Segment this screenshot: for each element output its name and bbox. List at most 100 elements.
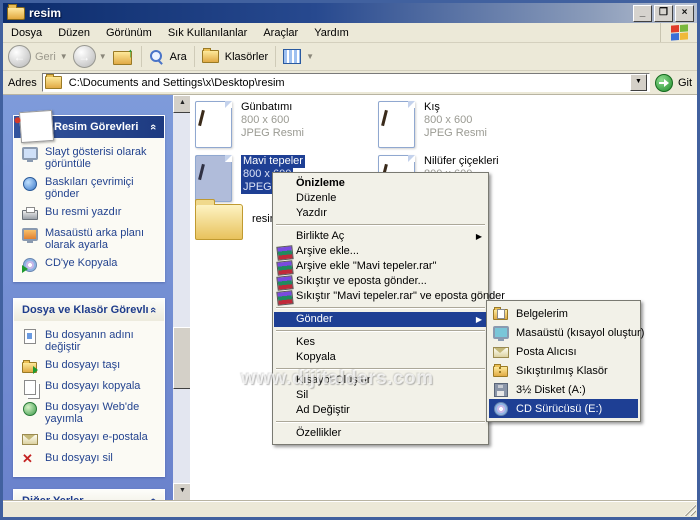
back-button[interactable]: ← (8, 45, 31, 68)
menu-separator (276, 368, 485, 370)
menu-file[interactable]: Dosya (3, 24, 50, 42)
menu-separator (276, 307, 485, 309)
menu-item-add-to-archive[interactable]: Arşive ekle... (274, 244, 487, 261)
panel-title: Resim Görevleri (54, 121, 139, 133)
menu-item-send-to[interactable]: Gönder ▶ (274, 312, 487, 327)
explorer-window: resim _ ❐ × Dosya Düzen Görünüm Sık Kull… (0, 0, 700, 520)
back-dropdown-icon[interactable]: ▼ (60, 52, 68, 61)
taskpane-scrollbar[interactable]: ▲ ▼ (173, 95, 192, 501)
folders-label[interactable]: Klasörler (225, 51, 268, 63)
file-name[interactable]: Kış (424, 101, 440, 114)
cd-drive-icon (493, 401, 509, 416)
address-input[interactable]: C:\Documents and Settings\x\Desktop\resi… (41, 73, 650, 92)
window-title: resim (29, 6, 62, 20)
cd-copy-icon (22, 257, 38, 273)
chevron-up-icon[interactable]: « (147, 124, 159, 130)
task-copy-file[interactable]: Bu dosyayı kopyala (22, 380, 158, 395)
menu-item-compress-named-and-email[interactable]: Sıkıştır "Mavi tepeler.rar" ve eposta gö… (274, 289, 505, 306)
task-view-slideshow[interactable]: Slayt gösterisi olarak görüntüle (22, 146, 158, 170)
menu-item-add-to-named-archive[interactable]: Arşive ekle "Mavi tepeler.rar" (274, 259, 487, 276)
file-tile-kis[interactable]: Kış 800 x 600 JPEG Resmi (378, 101, 487, 148)
title-bar[interactable]: resim _ ❐ × (3, 3, 697, 23)
menu-favorites[interactable]: Sık Kullanılanlar (160, 24, 256, 42)
my-documents-icon (493, 306, 509, 321)
task-order-prints[interactable]: Baskıları çevrimiçi gönder (22, 176, 158, 200)
menu-item-properties[interactable]: Özellikler (274, 426, 487, 441)
minimize-button[interactable]: _ (633, 4, 652, 22)
menu-item-preview[interactable]: Önizleme (274, 176, 487, 191)
address-dropdown-button[interactable]: ▼ (629, 74, 647, 91)
task-email-file[interactable]: Bu dosyayı e-postala (22, 431, 158, 446)
task-move-file[interactable]: Bu dosyayı taşı (22, 359, 158, 374)
address-path[interactable]: C:\Documents and Settings\x\Desktop\resi… (69, 77, 626, 89)
task-set-as-background[interactable]: Masaüstü arka planı olarak ayarla (22, 227, 158, 251)
folders-icon[interactable] (201, 48, 219, 63)
menu-help[interactable]: Yardım (306, 24, 357, 42)
resize-grip[interactable] (684, 504, 696, 516)
task-pane: Resim Görevleri « Slayt gösterisi olarak… (3, 95, 173, 501)
menu-tools[interactable]: Araçlar (255, 24, 306, 42)
address-bar: Adres C:\Documents and Settings\x\Deskto… (3, 71, 697, 95)
folder-tile-resim[interactable]: resim (195, 197, 279, 241)
file-name[interactable]: Nilüfer çiçekleri (424, 155, 499, 168)
menu-item-print[interactable]: Yazdır (274, 206, 487, 221)
close-button[interactable]: × (675, 4, 694, 22)
menu-item-cut[interactable]: Kes (274, 335, 487, 350)
file-dimensions: 800 x 600 (424, 114, 473, 126)
task-copy-to-cd[interactable]: CD'ye Kopyala (22, 257, 158, 273)
sendto-desktop-shortcut[interactable]: Masaüstü (kısayol oluştur) (489, 323, 644, 342)
menu-item-delete[interactable]: Sil (274, 388, 487, 403)
panel-title: Dosya ve Klasör Görevlı (22, 304, 149, 316)
other-places-header[interactable]: Diğer Yerler « (14, 490, 164, 501)
menu-item-rename[interactable]: Ad Değiştir (274, 403, 487, 418)
menu-view[interactable]: Görünüm (98, 24, 160, 42)
toolbar-separator (275, 46, 277, 67)
file-tasks-header[interactable]: Dosya ve Klasör Görevlı « (14, 299, 164, 321)
status-bar (3, 501, 697, 517)
task-delete-file[interactable]: ✕ Bu dosyayı sil (22, 452, 158, 467)
winrar-icon (276, 260, 294, 276)
context-menu: Önizleme Düzenle Yazdır Birlikte Aç ▶ Ar… (272, 172, 505, 445)
menu-item-create-shortcut[interactable]: Kısayol Oluştur (274, 373, 487, 388)
sendto-cd-drive-e[interactable]: CD Sürücüsü (E:) (489, 399, 638, 418)
picture-tasks-header[interactable]: Resim Görevleri « (14, 109, 164, 144)
menu-separator (276, 330, 485, 332)
task-print-picture[interactable]: Bu resmi yazdır (22, 206, 158, 221)
other-places-panel: Diğer Yerler « Masaüstü Resimlerim (13, 489, 165, 501)
sendto-floppy-a[interactable]: 3½ Disket (A:) (489, 380, 638, 399)
menu-edit[interactable]: Düzen (50, 24, 98, 42)
task-publish-file[interactable]: Bu dosyayı Web'de yayımla (22, 401, 158, 425)
chevron-up-icon[interactable]: « (147, 307, 159, 313)
send-to-submenu: Belgelerim Masaüstü (kısayol oluştur) Po… (486, 300, 644, 422)
winrar-icon (276, 275, 294, 291)
desktop-shortcut-icon (493, 325, 509, 341)
copy-file-icon (22, 380, 38, 395)
forward-dropdown-icon[interactable]: ▼ (99, 52, 107, 61)
up-button[interactable]: ↑ (112, 46, 134, 66)
sendto-my-documents[interactable]: Belgelerim (489, 304, 638, 323)
views-icon[interactable] (283, 49, 302, 64)
file-tile-gunbatimi[interactable]: Günbatımı 800 x 600 JPEG Resmi (195, 101, 304, 148)
menu-item-edit[interactable]: Düzenle (274, 191, 487, 206)
search-icon[interactable] (149, 49, 164, 65)
go-label[interactable]: Git (678, 77, 692, 89)
file-name[interactable]: Mavi tepeler (241, 155, 305, 168)
picture-tasks-panel: Resim Görevleri « Slayt gösterisi olarak… (13, 109, 165, 282)
task-rename-file[interactable]: Bu dosyanın adını değiştir (22, 329, 158, 353)
toolbar: ← Geri ▼ → ▼ ↑ Ara Klasörler ▼ (3, 43, 697, 71)
sendto-mail-recipient[interactable]: Posta Alıcısı (489, 342, 638, 361)
wallpaper-icon (22, 227, 38, 243)
sendto-compressed-folder[interactable]: Sıkıştırılmış Klasör (489, 361, 638, 380)
forward-button[interactable]: → (72, 45, 96, 68)
go-icon[interactable] (654, 73, 673, 92)
file-type: JPEG Resmi (424, 127, 487, 139)
publish-web-icon (22, 401, 38, 416)
file-name[interactable]: Günbatımı (241, 101, 292, 114)
maximize-button[interactable]: ❐ (654, 4, 673, 22)
menu-item-copy[interactable]: Kopyala (274, 350, 487, 365)
views-dropdown-icon[interactable]: ▼ (306, 52, 314, 61)
menu-item-compress-and-email[interactable]: Sıkıştır ve eposta gönder... (274, 274, 487, 291)
menu-item-open-with[interactable]: Birlikte Aç ▶ (274, 229, 487, 244)
search-label[interactable]: Ara (170, 51, 187, 63)
file-tasks-panel: Dosya ve Klasör Görevlı « Bu dosyanın ad… (13, 298, 165, 477)
